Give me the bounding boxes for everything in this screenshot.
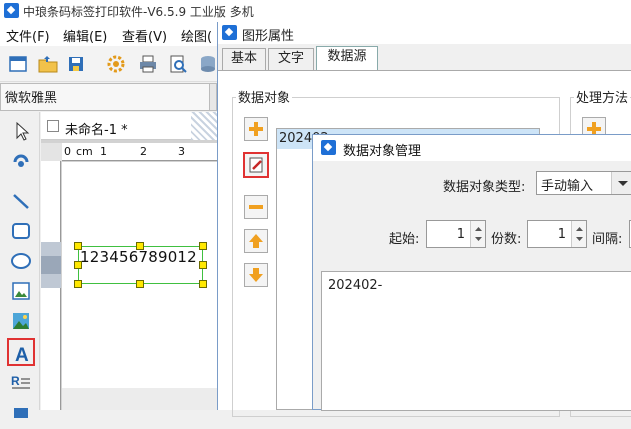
tab-data-source[interactable]: 数据源 xyxy=(316,46,378,71)
canvas-text-object[interactable]: 123456789012 xyxy=(80,248,197,266)
horizontal-scrollbar[interactable] xyxy=(62,388,218,410)
tab-strip-filler xyxy=(191,112,218,140)
copies-label: 份数: xyxy=(491,232,522,247)
print-icon[interactable] xyxy=(136,52,160,76)
spinner-arrows-icon[interactable] xyxy=(470,221,485,247)
dialog-title: 图形属性 xyxy=(242,29,295,44)
new-file-icon[interactable] xyxy=(6,52,30,76)
ruler-corner xyxy=(41,143,62,161)
rich-text-icon[interactable]: R xyxy=(8,370,34,396)
chevron-down-icon[interactable] xyxy=(611,172,631,194)
dm-title-bar: 数据对象管理 xyxy=(313,135,631,161)
ruler-unit: cm xyxy=(76,145,93,158)
text-icon[interactable]: A xyxy=(7,338,35,366)
left-toolbox: A R xyxy=(0,112,40,418)
interval-label: 间隔: xyxy=(592,232,623,247)
dialog-title-bar: 图形属性 xyxy=(218,22,631,44)
copies-spinner[interactable]: 1 xyxy=(527,220,587,248)
resize-handle[interactable] xyxy=(136,280,144,288)
resize-handle[interactable] xyxy=(74,242,82,250)
svg-text:A: A xyxy=(15,345,29,366)
remove-icon[interactable] xyxy=(244,195,268,219)
line-icon[interactable] xyxy=(8,188,34,214)
document-icon xyxy=(47,120,59,132)
app-title-bar: 中琅条码标签打印软件-V6.5.9 工业版 多机 xyxy=(0,0,631,22)
rectangle-icon[interactable] xyxy=(8,218,34,244)
add-icon[interactable] xyxy=(244,117,268,141)
resize-handle[interactable] xyxy=(199,261,207,269)
type-select-value: 手动输入 xyxy=(541,179,594,194)
start-spinner[interactable]: 1 xyxy=(426,220,486,248)
resize-handle[interactable] xyxy=(74,280,82,288)
start-value: 1 xyxy=(456,227,465,242)
pan-icon[interactable] xyxy=(8,148,34,174)
dialog-tabs: 基本 文字 数据源 xyxy=(218,46,631,71)
ellipse-icon[interactable] xyxy=(8,248,34,274)
start-label: 起始: xyxy=(389,232,420,247)
settings-gear-icon[interactable] xyxy=(104,52,128,76)
processing-label: 处理方法 xyxy=(574,87,631,106)
ruler-tick-1: 1 xyxy=(100,145,107,158)
app-title: 中琅条码标签打印软件-V6.5.9 工业版 多机 xyxy=(23,5,254,19)
move-down-icon[interactable] xyxy=(244,263,268,287)
vertical-ruler-marker xyxy=(41,256,61,274)
pointer-icon[interactable] xyxy=(8,118,34,144)
save-icon[interactable] xyxy=(64,52,88,76)
document-tab-label: 未命名-1 * xyxy=(65,123,128,138)
type-label: 数据对象类型: xyxy=(443,180,526,195)
dialog-logo-icon xyxy=(222,25,237,40)
copies-value: 1 xyxy=(557,227,566,242)
tab-text[interactable]: 文字 xyxy=(268,48,314,70)
open-folder-icon[interactable] xyxy=(36,52,60,76)
document-tab[interactable]: 未命名-1 * xyxy=(41,112,218,140)
font-select-value: 微软雅黑 xyxy=(5,91,58,106)
type-select[interactable]: 手动输入 xyxy=(536,171,631,195)
database-icon[interactable] xyxy=(196,52,216,76)
resize-handle[interactable] xyxy=(199,280,207,288)
spinner-arrows-icon[interactable] xyxy=(571,221,586,247)
barcode-icon[interactable] xyxy=(8,400,34,418)
dm-title: 数据对象管理 xyxy=(343,144,422,159)
content-textarea[interactable]: 202402- xyxy=(321,271,631,411)
print-preview-icon[interactable] xyxy=(166,52,190,76)
horizontal-ruler: 0 cm 1 2 3 xyxy=(62,143,218,161)
resize-handle[interactable] xyxy=(74,261,82,269)
edit-icon[interactable] xyxy=(243,152,269,178)
menu-view[interactable]: 查看(V) xyxy=(122,26,167,45)
font-select-dropdown[interactable] xyxy=(209,83,217,111)
svg-text:R: R xyxy=(11,374,20,388)
ruler-tick-3: 3 xyxy=(178,145,185,158)
font-select[interactable]: 微软雅黑 xyxy=(0,83,218,111)
ruler-tick-0: 0 xyxy=(64,145,71,158)
data-object-manager-dialog: 数据对象管理 数据对象类型: 手动输入 起始: 1 份数: 1 间隔: 2024… xyxy=(312,134,631,411)
picture-icon[interactable] xyxy=(8,308,34,334)
image-icon[interactable] xyxy=(8,278,34,304)
resize-handle[interactable] xyxy=(199,242,207,250)
app-logo-icon xyxy=(4,3,19,18)
menu-draw[interactable]: 绘图( xyxy=(181,26,212,45)
ruler-tick-2: 2 xyxy=(140,145,147,158)
resize-handle[interactable] xyxy=(136,242,144,250)
menu-edit[interactable]: 编辑(E) xyxy=(63,26,107,45)
tab-basic[interactable]: 基本 xyxy=(222,48,266,70)
dm-logo-icon xyxy=(321,140,336,155)
data-objects-label: 数据对象 xyxy=(236,87,293,106)
move-up-icon[interactable] xyxy=(244,229,268,253)
menu-file[interactable]: 文件(F) xyxy=(6,26,50,45)
